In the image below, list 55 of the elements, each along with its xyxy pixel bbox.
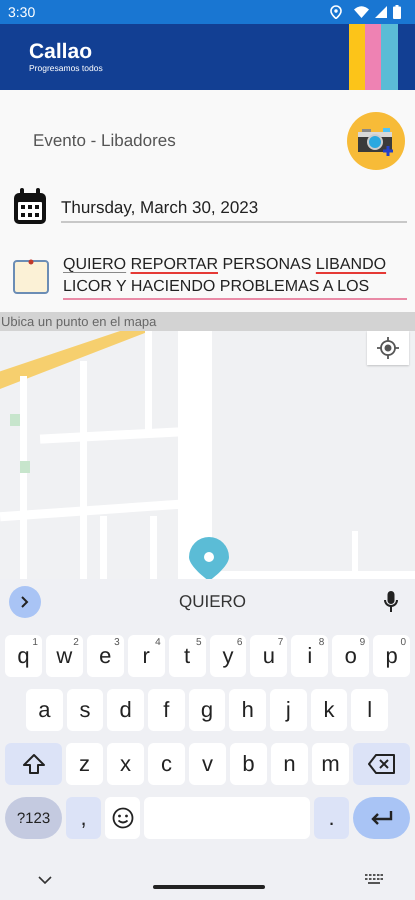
key[interactable]: z xyxy=(66,743,103,785)
date-field[interactable]: Thursday, March 30, 2023 xyxy=(61,192,407,222)
microphone-icon xyxy=(384,591,398,613)
note-icon xyxy=(12,258,50,296)
key[interactable]: k xyxy=(310,689,348,731)
logo-tagline: Progresamos todos xyxy=(29,63,103,73)
chevron-right-icon xyxy=(20,596,30,608)
key[interactable]: g xyxy=(188,689,226,731)
emoji-icon xyxy=(112,807,134,829)
description-field[interactable]: QUIERO REPORTAR PERSONAS LIBANDO LICOR Y HACIENDO PROBLEMAS A LOS xyxy=(63,248,407,300)
key[interactable]: r 4 xyxy=(128,635,165,677)
key[interactable]: , xyxy=(66,797,101,839)
key[interactable]: i 8 xyxy=(291,635,328,677)
location-icon xyxy=(330,5,342,19)
chevron-down-icon xyxy=(38,876,52,884)
calendar-icon xyxy=(12,188,48,226)
key[interactable]: x xyxy=(107,743,144,785)
symbols-key[interactable]: ?123 xyxy=(5,797,62,839)
key[interactable]: h xyxy=(229,689,266,731)
emoji-key[interactable] xyxy=(105,797,140,839)
stripes-drawing xyxy=(349,24,398,90)
shift-icon xyxy=(22,753,46,775)
key[interactable]: n xyxy=(271,743,308,785)
key[interactable]: t 5 xyxy=(168,635,206,677)
my-location-button[interactable] xyxy=(367,331,409,365)
hide-keyboard-button[interactable] xyxy=(36,874,54,886)
shift-key[interactable] xyxy=(5,743,62,785)
backspace-key[interactable] xyxy=(353,743,410,785)
wifi-icon xyxy=(354,6,369,18)
signal-icon xyxy=(375,6,387,18)
logo-text: Callao xyxy=(29,41,94,63)
key[interactable]: . xyxy=(314,797,349,839)
key[interactable]: f xyxy=(148,689,185,731)
key[interactable]: c xyxy=(148,743,185,785)
key[interactable]: d xyxy=(107,689,144,731)
backspace-icon xyxy=(368,754,396,774)
status-time: 3:30 xyxy=(8,4,36,20)
suggestion[interactable]: QUIERO xyxy=(178,592,246,612)
my-location-icon xyxy=(377,337,399,359)
key[interactable]: v xyxy=(189,743,226,785)
enter-key[interactable] xyxy=(353,797,410,839)
key[interactable]: m xyxy=(312,743,349,785)
key[interactable]: j xyxy=(270,689,307,731)
enter-icon xyxy=(370,810,394,826)
camera-icon xyxy=(358,126,394,156)
key[interactable]: a xyxy=(26,689,63,731)
key[interactable]: l xyxy=(351,689,388,731)
key[interactable]: s xyxy=(66,689,104,731)
map-label: Ubica un punto en el mapa xyxy=(0,312,415,331)
key[interactable]: b xyxy=(230,743,267,785)
event-title: Evento - Libadores xyxy=(33,131,176,151)
keyboard-icon xyxy=(365,874,383,886)
map-pin-icon xyxy=(189,537,229,579)
expand-toolbar-button[interactable] xyxy=(9,586,41,618)
battery-icon xyxy=(393,5,401,19)
